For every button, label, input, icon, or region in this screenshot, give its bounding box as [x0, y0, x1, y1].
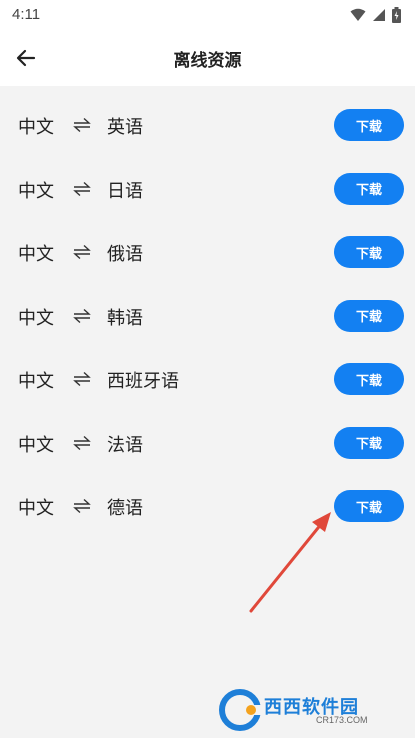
status-time: 4:11 [12, 6, 41, 23]
watermark-site: CR173.COM [316, 715, 368, 725]
resource-list: 中文 英语 下载 中文 日语 下载 中文 俄语 下载 中文 韩语 下载 中文 西… [0, 93, 415, 538]
source-language: 中文 [18, 180, 54, 202]
list-item: 中文 日语 下载 [0, 157, 415, 221]
list-item: 中文 法语 下载 [0, 411, 415, 475]
source-language: 中文 [18, 117, 54, 138]
list-item: 中文 俄语 下载 [0, 220, 415, 284]
source-language: 中文 [18, 371, 54, 392]
download-button[interactable]: 下载 [334, 490, 404, 522]
swap-arrows-icon [73, 308, 91, 323]
target-language: 韩语 [107, 307, 143, 329]
target-language: 日语 [107, 180, 143, 202]
download-button[interactable]: 下载 [334, 299, 404, 332]
download-button[interactable]: 下载 [334, 172, 404, 205]
page-title: 离线资源 [173, 51, 242, 71]
download-button[interactable]: 下载 [334, 363, 404, 395]
signal-icon [373, 9, 385, 21]
list-item: 中文 英语 下载 [0, 93, 415, 157]
target-language: 德语 [107, 498, 143, 519]
target-language: 俄语 [107, 244, 143, 265]
swap-arrows-icon [73, 181, 91, 196]
source-language: 中文 [18, 307, 54, 329]
status-bar: 4:11 [0, 0, 415, 30]
swap-arrows-icon [73, 117, 91, 133]
swap-arrows-icon [73, 498, 91, 514]
logo-icon [219, 689, 264, 731]
download-button[interactable]: 下载 [334, 109, 404, 141]
download-button[interactable]: 下载 [334, 236, 404, 268]
swap-arrows-icon [73, 371, 91, 387]
swap-arrows-icon [73, 244, 91, 260]
list-item: 中文 西班牙语 下载 [0, 347, 415, 411]
wifi-icon [350, 8, 366, 21]
swap-arrows-icon [73, 435, 91, 450]
source-language: 中文 [18, 498, 54, 519]
watermark-logo: 西西软件园 CR173.COM [218, 689, 398, 731]
source-language: 中文 [18, 434, 54, 456]
target-language: 西班牙语 [107, 371, 179, 392]
target-language: 法语 [107, 434, 143, 456]
target-language: 英语 [107, 117, 143, 138]
battery-icon [392, 7, 401, 23]
list-item: 中文 德语 下载 [0, 474, 415, 538]
status-icons [350, 7, 401, 23]
list-item: 中文 韩语 下载 [0, 284, 415, 348]
source-language: 中文 [18, 244, 54, 265]
app-bar: 离线资源 [0, 30, 415, 86]
download-button[interactable]: 下载 [334, 426, 404, 459]
